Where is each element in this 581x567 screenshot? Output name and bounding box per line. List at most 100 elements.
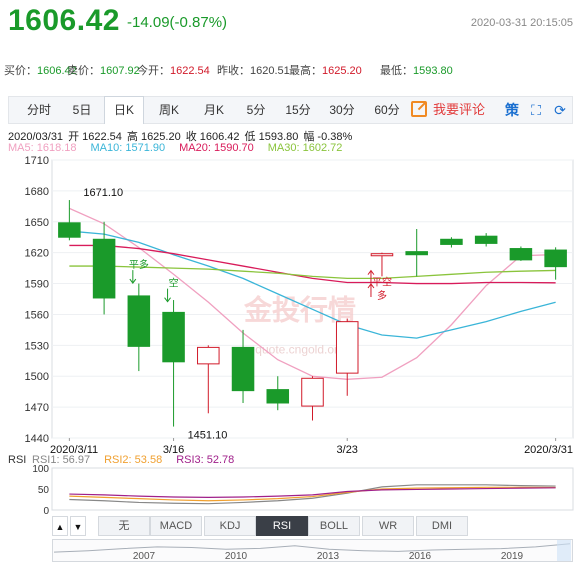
quote-value: 1593.80 — [413, 65, 453, 77]
period-tab-bar: 我要评论 策 ⛶ ⟳ 分时 5日 日K 周K 月K 5分 15分 30分 60分 — [8, 96, 573, 124]
candle-body — [335, 321, 359, 374]
candle-body — [405, 251, 428, 256]
y-tick-label: 1440 — [25, 433, 49, 445]
refresh-icon[interactable]: ⟳ — [551, 101, 569, 119]
quote-details: 买价：1606.42 卖价：1607.92 今开：1622.54 昨收：1620.51… — [0, 55, 581, 81]
kline-chart[interactable]: 1710 1680 1650 1620 1590 1560 1530 1500 1470 1440… — [0, 154, 581, 454]
price-change: -14.09(-0.87%) — [127, 14, 228, 31]
quote-label: 昨收： — [217, 65, 250, 77]
x-tick-label: 2020/3/11 — [50, 444, 98, 454]
y-tick-label: 1590 — [25, 279, 49, 291]
indicator-tab[interactable]: RSI — [256, 516, 308, 536]
y-tick-label: 1620 — [25, 248, 49, 260]
candle-body — [266, 389, 290, 404]
ma-legend: MA5: 1618.18 MA10: 1571.90 MA20: 1590.70 MA… — [8, 142, 356, 154]
ma-legend-item: MA30: 1602.72 — [267, 142, 343, 154]
period-tab[interactable]: 15分 — [278, 97, 318, 123]
indicator-tab[interactable]: KDJ — [204, 516, 256, 536]
watermark-url: quote.cngold.org — [255, 343, 344, 357]
quote-item: 昨收：1620.51 — [217, 62, 290, 78]
x-tick-label: 3/16 — [163, 444, 184, 454]
signal-label: 平多 — [129, 258, 149, 271]
overview-frame — [52, 539, 573, 562]
y-tick-label: 1530 — [25, 340, 49, 352]
indicator-tab[interactable]: 无 — [98, 516, 150, 536]
overview-year-label: 2019 — [501, 551, 524, 562]
rsi-tick-label: 0 — [43, 506, 49, 514]
quote-label: 买价： — [4, 65, 37, 77]
y-tick-label: 1680 — [25, 186, 49, 198]
fullscreen-icon[interactable]: ⛶ — [527, 101, 545, 119]
overview-year-label: 2010 — [225, 551, 248, 562]
overview-year-label: 2016 — [409, 551, 432, 562]
quote-label: 最低： — [380, 65, 413, 77]
extreme-label: 1671.10 — [83, 187, 123, 199]
extreme-label: 1451.10 — [188, 430, 228, 442]
candle-body — [231, 346, 255, 392]
period-tab[interactable]: 5日 — [63, 97, 101, 123]
quote-time: 2020-03-31 20:15:05 — [470, 17, 573, 29]
signal-label: 多 — [377, 289, 387, 302]
rsi-tick-label: 50 — [38, 485, 50, 496]
last-price: 1606.42 — [8, 4, 120, 37]
overview-window — [557, 540, 571, 561]
indicator-tab-bar: 无 MACD KDJ RSI BOLL WR DMI — [52, 516, 573, 536]
quote-item: 买价：1606.42 — [4, 62, 77, 78]
quote-item: 今开：1622.54 — [137, 62, 210, 78]
candle-body — [301, 377, 324, 407]
period-tab[interactable]: 分时 — [17, 97, 61, 123]
signal-label: 平空 — [372, 276, 392, 289]
candle-body — [127, 295, 151, 347]
comment-label: 我要评论 — [433, 102, 486, 117]
pen-icon — [411, 101, 427, 117]
quote-value: 1607.92 — [100, 65, 140, 77]
period-tab[interactable]: 30分 — [323, 97, 361, 123]
candle-body — [509, 248, 533, 261]
candle-body — [92, 238, 116, 299]
indicator-tab[interactable]: MACD — [150, 516, 202, 536]
candle-body — [370, 253, 394, 257]
ma-legend-item: MA10: 1571.90 — [90, 142, 166, 154]
ma-legend-item: MA5: 1618.18 — [8, 142, 77, 154]
y-tick-label: 1500 — [25, 371, 49, 383]
candle-body — [544, 249, 567, 268]
quote-item: 最高：1625.20 — [289, 62, 362, 78]
y-tick-label: 1710 — [25, 155, 49, 167]
y-tick-label: 1470 — [25, 402, 49, 414]
y-tick-label: 1560 — [25, 309, 49, 321]
candle-body — [474, 235, 498, 244]
period-tab[interactable]: 日K — [104, 96, 144, 124]
quote-value: 1622.54 — [170, 65, 210, 77]
quote-value: 1625.20 — [322, 65, 362, 77]
candle-body — [162, 311, 185, 363]
quote-label: 最高： — [289, 65, 322, 77]
brand-icon[interactable]: 策 — [503, 101, 521, 119]
indicator-tab[interactable]: WR — [362, 516, 414, 536]
quote-value: 1620.51 — [250, 65, 290, 77]
candle-body — [197, 346, 220, 365]
period-tab[interactable]: 5分 — [238, 97, 274, 123]
rsi-chart[interactable]: 100 50 0 — [0, 464, 581, 514]
x-tick-label: 3/23 — [337, 444, 358, 454]
x-tick-label: 2020/3/31 — [524, 444, 573, 454]
quote-label: 卖价： — [67, 65, 100, 77]
candle-body — [58, 222, 81, 238]
indicator-tab[interactable]: DMI — [416, 516, 468, 536]
candle-body — [440, 238, 463, 245]
period-tab[interactable]: 月K — [195, 97, 233, 123]
overview-year-label: 2013 — [317, 551, 340, 562]
y-tick-label: 1650 — [25, 217, 49, 229]
rsi-tick-label: 100 — [32, 464, 49, 475]
quote-item: 最低：1593.80 — [380, 62, 453, 78]
period-tab[interactable]: 周K — [149, 97, 189, 123]
overview-year-label: 2007 — [133, 551, 156, 562]
overview-timeline[interactable]: 2007 2010 2013 2016 2019 — [52, 539, 573, 563]
quote-label: 今开： — [137, 65, 170, 77]
quote-item: 卖价：1607.92 — [67, 62, 140, 78]
quote-header: 1606.42 -14.09(-0.87%) 2020-03-31 20:15:… — [0, 0, 581, 46]
indicator-tab[interactable]: BOLL — [308, 516, 360, 536]
period-tab[interactable]: 60分 — [366, 97, 408, 123]
comment-button[interactable]: 我要评论 — [411, 97, 485, 123]
ma-legend-item: MA20: 1590.70 — [179, 142, 254, 154]
signal-label: 空 — [169, 277, 179, 290]
